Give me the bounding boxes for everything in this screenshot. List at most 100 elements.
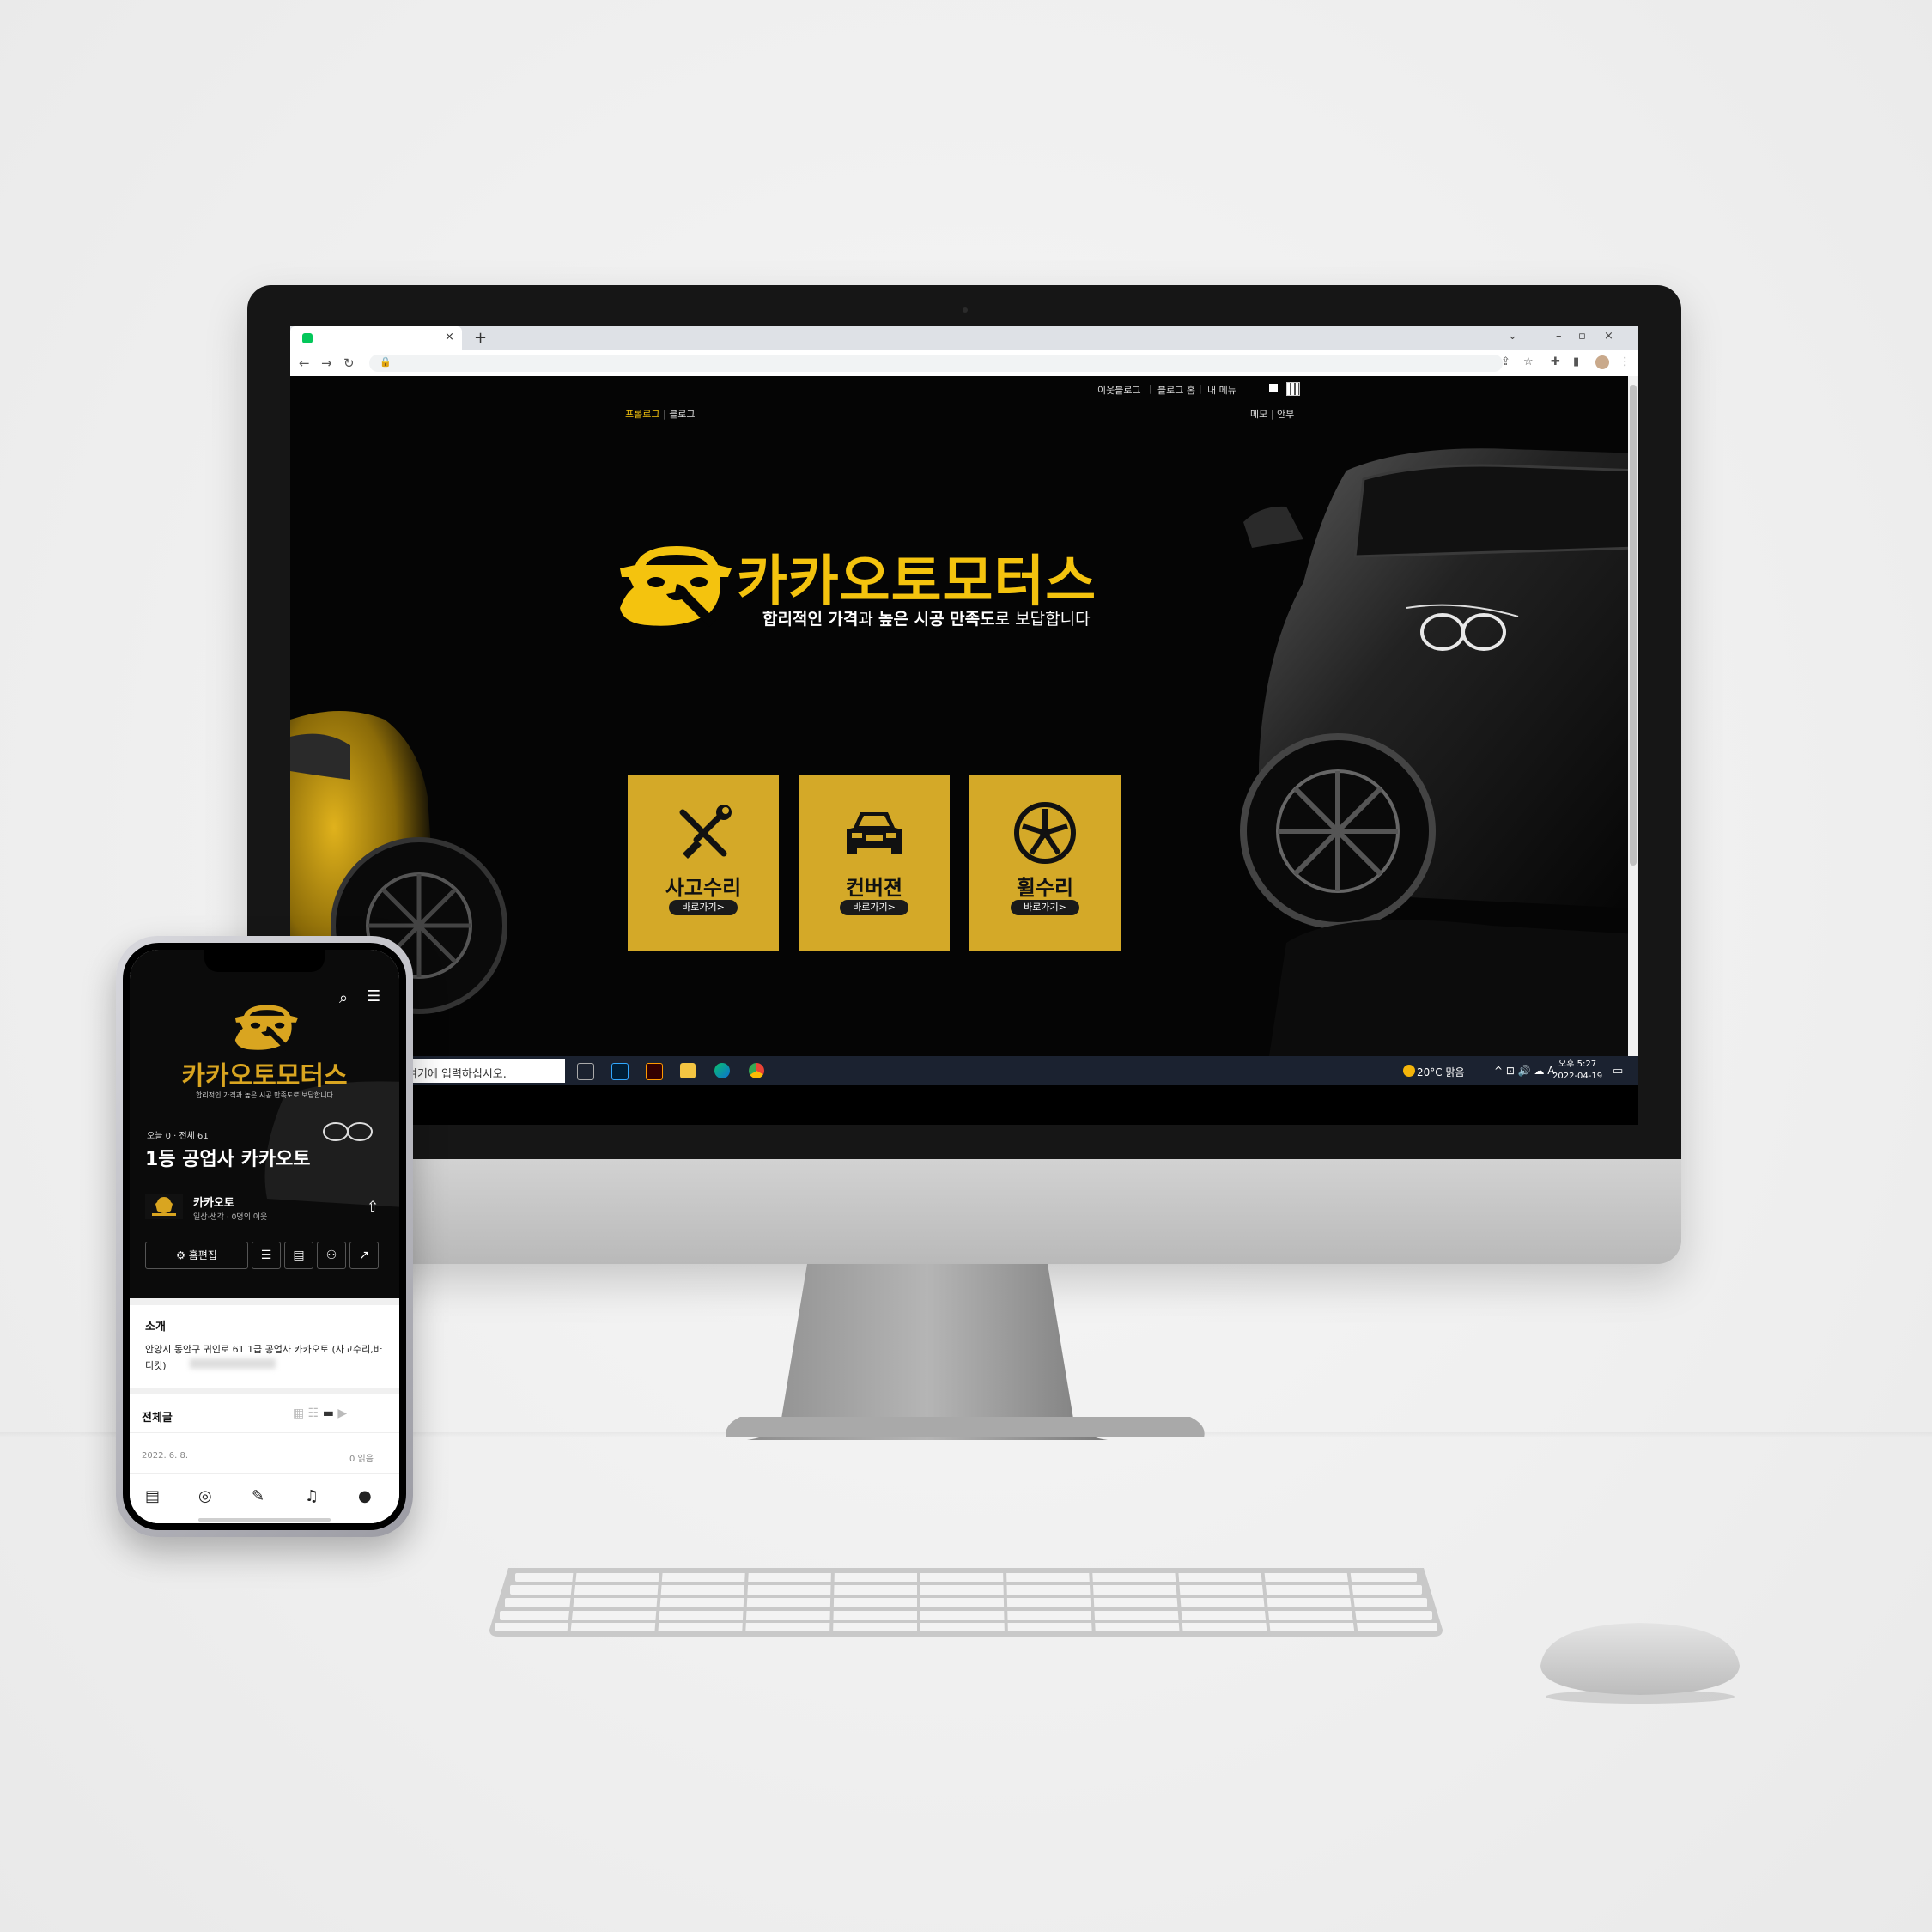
search-icon[interactable]: ⌕ — [339, 989, 348, 1007]
service-link-button[interactable]: 바로가기> — [669, 900, 738, 915]
window-maximize-button[interactable]: ▫ — [1578, 330, 1586, 343]
compass-icon[interactable]: ◎ — [198, 1487, 212, 1505]
scrollbar-thumb[interactable] — [1630, 385, 1637, 866]
monitor-stand-base — [726, 1417, 1205, 1437]
pencil-icon[interactable]: ✎ — [252, 1487, 264, 1505]
grid-menu-icon[interactable] — [1286, 382, 1300, 396]
view-mode-toggles[interactable]: ▦ ☷ ▬ ▶ — [293, 1406, 347, 1420]
blog-page: 이웃블로그 | 블로그 홈 | 내 메뉴 프롤로그 | 블로그 메모 | 안부 — [290, 376, 1638, 1056]
hamburger-menu-icon[interactable]: ☰ — [367, 987, 380, 1005]
phone-screen: ⌕ ☰ 카카오토모터스 합리적인 가격과 높은 시공 만족도로 보답합니다 오늘… — [130, 950, 399, 1523]
home-edit-button[interactable]: ⚙ 홈편집 — [145, 1242, 248, 1269]
blurred-phone-number — [190, 1358, 276, 1369]
phone-notch — [204, 950, 325, 972]
share-icon[interactable]: ⇧ — [367, 1199, 379, 1216]
system-tray[interactable]: ^ ⊡ 🔊 ☁ A — [1494, 1065, 1555, 1077]
separator: | — [1199, 383, 1202, 394]
mobile-brand-tagline: 합리적인 가격과 높은 시공 만족도로 보답합니다 — [196, 1091, 333, 1099]
bell-icon[interactable]: ♫ — [305, 1487, 319, 1505]
webcam — [963, 307, 968, 313]
wheel-icon — [1014, 802, 1076, 864]
wrench-screwdriver-icon — [679, 805, 732, 859]
taskbar-search-placeholder: 여기에 입력하십시오. — [407, 1068, 507, 1081]
reload-button[interactable]: ↻ — [343, 355, 355, 371]
monitor-screen: × + ⌄ – ▫ × ← → ↻ 🔒 ⇪ ☆ ✚ ▮ ⋮ 이웃블로그 | 블로… — [290, 326, 1638, 1125]
url-input[interactable] — [369, 355, 1503, 372]
gnb-blog-link[interactable]: 블로그 — [669, 409, 695, 420]
feed-icon[interactable]: ▤ — [145, 1487, 160, 1505]
task-view-icon[interactable] — [577, 1063, 594, 1080]
profile-avatar[interactable] — [1595, 355, 1609, 369]
post-date: 2022. 6. 8. — [142, 1451, 189, 1461]
taskbar-clock[interactable]: 오후 5:27 2022-04-19 — [1552, 1059, 1602, 1083]
mobile-brand-name: 카카오토모터스 — [181, 1061, 348, 1091]
browser-tab[interactable] — [290, 326, 462, 350]
separator: | — [1270, 409, 1277, 420]
stats-trend-icon[interactable]: ↗ — [349, 1242, 379, 1269]
intro-text: 안양시 동안구 귀인로 61 1급 공업사 카카오토 (사고수리,바디킷) — [145, 1344, 382, 1371]
monitor: × + ⌄ – ▫ × ← → ↻ 🔒 ⇪ ☆ ✚ ▮ ⋮ 이웃블로그 | 블로… — [247, 285, 1681, 1264]
car-wrench-logo-icon — [234, 1005, 299, 1051]
neighbors-icon[interactable]: ⚇ — [317, 1242, 346, 1269]
car-wrench-logo-icon — [620, 546, 732, 627]
notification-icon[interactable] — [1269, 384, 1278, 392]
brand-tagline: 합리적인 가격과 높은 시공 만족도로 보답합니다 — [762, 606, 1091, 629]
tagline-part: 과 — [858, 610, 879, 629]
profile-icon[interactable]: ● — [358, 1487, 372, 1505]
top-nav-my-menu-link[interactable]: 내 메뉴 — [1207, 383, 1236, 397]
memo-link[interactable]: 메모 — [1250, 409, 1267, 420]
service-card-wheel-repair[interactable]: 휠수리 바로가기> — [969, 775, 1121, 951]
list-icon[interactable]: ☰ — [252, 1242, 281, 1269]
guestbook-link[interactable]: 안부 — [1277, 409, 1294, 420]
back-button[interactable]: ← — [299, 355, 310, 371]
blog-gnb: 프롤로그 | 블로그 — [625, 407, 696, 421]
avatar[interactable] — [145, 1194, 183, 1219]
divider — [130, 1432, 399, 1433]
naver-favicon-icon — [302, 333, 313, 343]
photoshop-icon[interactable] — [611, 1063, 629, 1080]
blog-owner-name[interactable]: 카카오토 — [193, 1194, 234, 1210]
file-explorer-icon[interactable] — [680, 1063, 696, 1078]
browser-tab-bar — [290, 326, 1638, 350]
monitor-chin — [247, 1159, 1681, 1264]
service-link-button[interactable]: 바로가기> — [1011, 900, 1079, 915]
taskbar-weather[interactable]: 20°C 맑음 — [1417, 1065, 1465, 1079]
service-card-accident-repair[interactable]: 사고수리 바로가기> — [628, 775, 779, 951]
intro-heading: 소개 — [145, 1321, 166, 1334]
car-front-icon — [847, 812, 902, 854]
top-nav-neighbor-link[interactable]: 이웃블로그 — [1097, 383, 1141, 397]
illustrator-icon[interactable] — [646, 1063, 663, 1080]
weather-sun-icon — [1403, 1065, 1415, 1077]
mobile-blog-hero: ⌕ ☰ 카카오토모터스 합리적인 가격과 높은 시공 만족도로 보답합니다 오늘… — [130, 950, 399, 1298]
edge-icon[interactable] — [714, 1063, 730, 1078]
star-icon[interactable]: ☆ — [1523, 355, 1534, 368]
sidebar-icon[interactable]: ▮ — [1573, 355, 1579, 368]
service-link-button[interactable]: 바로가기> — [840, 900, 908, 915]
keyboard — [489, 1568, 1443, 1637]
forward-button[interactable]: → — [321, 355, 332, 371]
more-menu-icon[interactable]: ⋮ — [1619, 355, 1631, 368]
visitor-count: 오늘 0 · 전체 61 — [147, 1132, 209, 1141]
notification-center-icon[interactable]: ▭ — [1613, 1065, 1623, 1078]
window-close-button[interactable]: × — [1604, 330, 1613, 343]
clock-date: 2022-04-19 — [1552, 1072, 1603, 1081]
share-icon[interactable]: ⇪ — [1501, 355, 1510, 368]
monitor-bezel: × + ⌄ – ▫ × ← → ↻ 🔒 ⇪ ☆ ✚ ▮ ⋮ 이웃블로그 | 블로… — [247, 285, 1681, 1159]
tagline-part: 높은 시공 만족도 — [878, 610, 995, 629]
chevron-down-icon[interactable]: ⌄ — [1508, 330, 1517, 343]
blog-util-nav: 메모 | 안부 — [1250, 407, 1294, 421]
top-nav-blog-home-link[interactable]: 블로그 홈 — [1157, 383, 1195, 397]
service-label: 사고수리 — [665, 876, 742, 900]
service-card-conversion[interactable]: 컨버젼 바로가기> — [799, 775, 950, 951]
chrome-icon[interactable] — [749, 1063, 764, 1078]
blog-title: 1등 공업사 카카오토 — [145, 1149, 311, 1170]
mouse — [1540, 1623, 1740, 1704]
blog-meta: 일상·생각 · 0명의 이웃 — [193, 1213, 268, 1222]
separator: | — [1149, 383, 1152, 394]
window-minimize-button[interactable]: – — [1556, 330, 1562, 343]
extensions-icon[interactable]: ✚ — [1551, 355, 1560, 368]
gnb-prologue-link[interactable]: 프롤로그 — [625, 409, 659, 420]
new-tab-button[interactable]: + — [474, 329, 487, 347]
tab-close-icon[interactable]: × — [445, 331, 454, 343]
comment-icon[interactable]: ▤ — [284, 1242, 313, 1269]
